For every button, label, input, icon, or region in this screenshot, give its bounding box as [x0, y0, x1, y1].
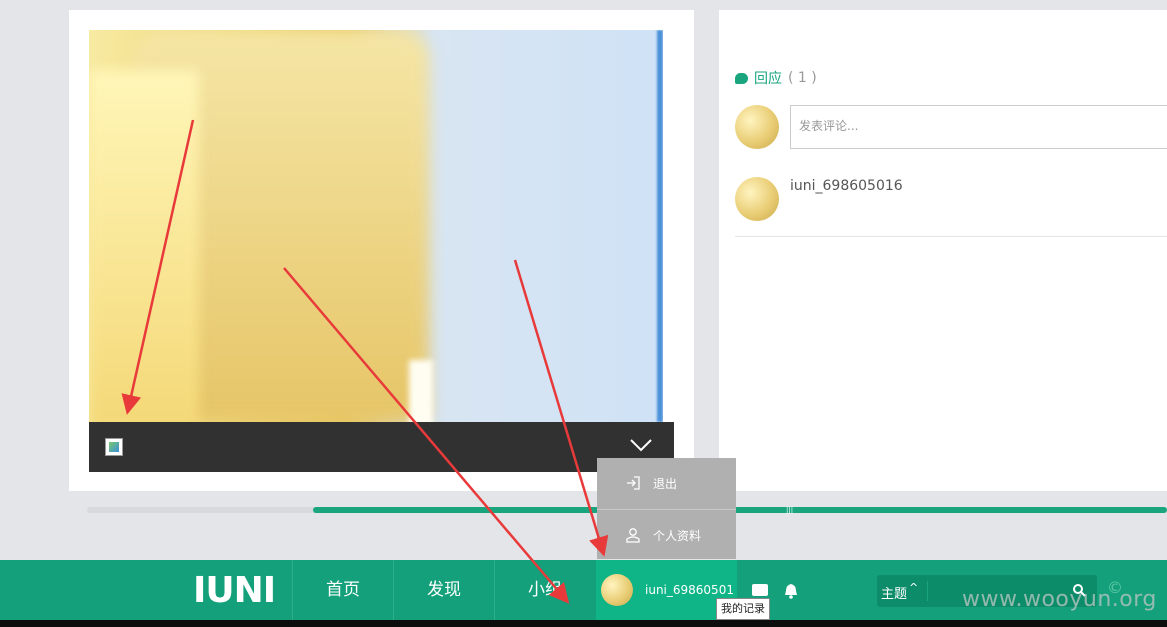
scrollbar-thumb[interactable]: |||	[313, 506, 1167, 514]
chevron-up-icon: ^	[909, 581, 919, 594]
divider	[927, 581, 928, 601]
menu-item-profile[interactable]: 个人资料	[597, 509, 736, 560]
menu-item-label: 个人资料	[653, 528, 702, 543]
nav-item-home[interactable]: 首页	[293, 560, 393, 620]
nav-item-discover[interactable]: 发现	[394, 560, 494, 620]
avatar	[601, 574, 633, 606]
menu-item-label: 退出	[653, 476, 678, 491]
reply-label: 回应	[754, 71, 782, 87]
reply-bubble-icon	[735, 72, 748, 84]
comment-panel: 回应 ( 1 ) 发表评论... iuni_698605016	[719, 10, 1167, 491]
watermark: www.wooyun.org	[962, 587, 1157, 612]
message-icon[interactable]	[752, 584, 768, 596]
post-image[interactable]	[89, 30, 663, 422]
reply-count: ( 1 )	[788, 70, 817, 86]
avatar	[735, 105, 779, 149]
profile-icon	[626, 528, 640, 543]
broken-image-icon[interactable]	[105, 438, 123, 456]
bell-icon[interactable]	[784, 583, 798, 599]
divider	[735, 236, 1167, 237]
reply-header: 回应 ( 1 )	[735, 68, 817, 88]
commenter-avatar[interactable]	[735, 177, 779, 221]
image-toolbar	[89, 422, 674, 472]
logo[interactable]: IUNI	[193, 570, 276, 611]
commenter-name[interactable]: iuni_698605016	[790, 178, 903, 194]
logout-icon	[627, 476, 640, 490]
nav-item-groups[interactable]: 小组	[495, 560, 595, 620]
scrollbar-grip-icon: |||	[786, 506, 794, 514]
tooltip: 我的记录	[716, 598, 770, 620]
comment-input[interactable]: 发表评论...	[790, 105, 1167, 149]
chevron-down-icon[interactable]	[628, 432, 654, 458]
theme-selector[interactable]: 主题	[881, 583, 907, 602]
nav-username: iuni_69860501	[645, 583, 734, 597]
menu-item-logout[interactable]: 退出	[597, 458, 736, 508]
page-bottom-bar	[0, 620, 1167, 627]
user-dropdown-menu: 退出 个人资料	[597, 458, 736, 559]
